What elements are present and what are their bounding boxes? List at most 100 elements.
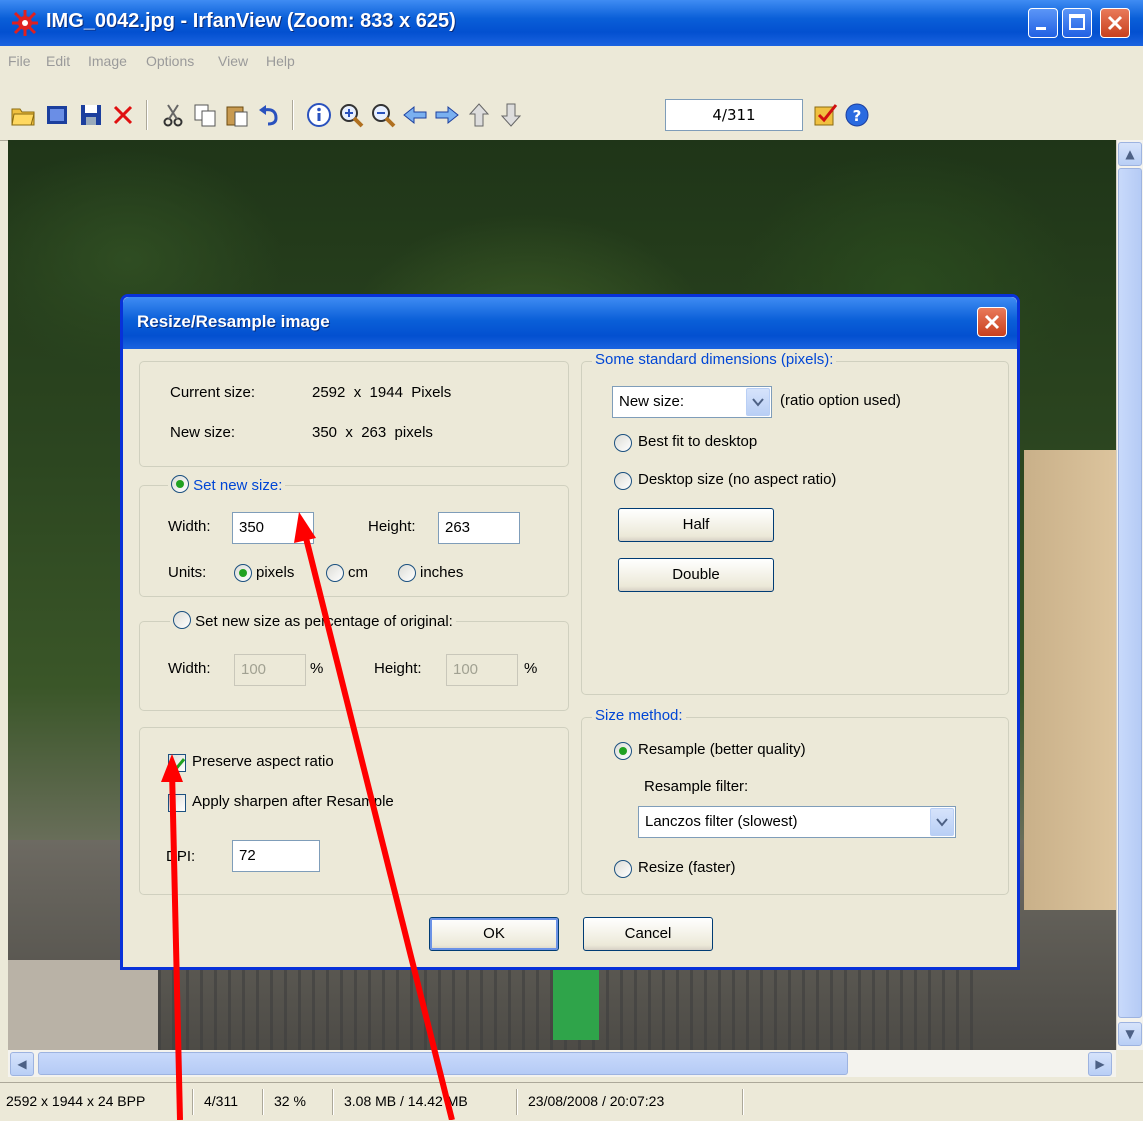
minimize-button[interactable]: [1028, 8, 1058, 38]
menu-file[interactable]: File: [8, 53, 31, 69]
maximize-button[interactable]: [1062, 8, 1092, 38]
current-size-label: Current size:: [170, 384, 256, 401]
status-separator: [262, 1089, 264, 1115]
zoom-in-icon[interactable]: [338, 102, 364, 128]
status-image-info: 2592 x 1944 x 24 BPP: [6, 1093, 146, 1109]
dpi-input[interactable]: 72: [232, 840, 320, 872]
apply-sharpen-label: Apply sharpen after Resample: [192, 793, 394, 810]
unit-cm-radio[interactable]: [326, 564, 344, 582]
menu-help[interactable]: Help: [266, 53, 295, 69]
svg-text:?: ?: [853, 107, 862, 125]
slideshow-icon[interactable]: [44, 102, 70, 128]
set-new-size-radio[interactable]: [171, 475, 189, 493]
page-counter[interactable]: 4/311: [665, 99, 803, 131]
half-button[interactable]: Half: [618, 508, 774, 542]
resize-dialog: Resize/Resample image Current size: 2592…: [120, 294, 1020, 970]
close-button[interactable]: [1100, 8, 1130, 38]
preserve-aspect-checkbox[interactable]: [168, 754, 186, 772]
copy-icon[interactable]: [192, 102, 218, 128]
horizontal-scroll-thumb[interactable]: [38, 1052, 848, 1075]
menu-view[interactable]: View: [218, 53, 248, 69]
scroll-down-icon[interactable]: ▼: [1118, 1022, 1142, 1046]
percentage-label: Set new size as percentage of original:: [195, 613, 453, 630]
ratio-note: (ratio option used): [780, 392, 901, 409]
open-icon[interactable]: [10, 102, 36, 128]
percent-height-label: Height:: [374, 660, 422, 677]
standard-dimensions-legend: Some standard dimensions (pixels):: [592, 351, 837, 368]
resize-radio[interactable]: [614, 860, 632, 878]
options-group: Preserve aspect ratio Apply sharpen afte…: [139, 727, 569, 895]
title-bar[interactable]: IMG_0042.jpg - IrfanView (Zoom: 833 x 62…: [0, 0, 1143, 46]
vertical-scroll-thumb[interactable]: [1118, 168, 1142, 1018]
resample-radio[interactable]: [614, 742, 632, 760]
resample-label: Resample (better quality): [638, 741, 806, 758]
desktop-size-label: Desktop size (no aspect ratio): [638, 471, 837, 488]
unit-inches-radio[interactable]: [398, 564, 416, 582]
menu-options[interactable]: Options: [146, 53, 194, 69]
scroll-right-icon[interactable]: ▶: [1088, 1052, 1112, 1076]
best-fit-radio[interactable]: [614, 434, 632, 452]
status-separator: [516, 1089, 518, 1115]
irfanview-logo-icon: [12, 10, 38, 36]
properties-icon[interactable]: [812, 102, 838, 128]
previous-icon[interactable]: [402, 102, 428, 128]
toolbar-separator: [292, 100, 294, 130]
resample-filter-select[interactable]: Lanczos filter (slowest): [638, 806, 956, 838]
help-icon[interactable]: ?: [844, 102, 870, 128]
unit-inches-label: inches: [420, 564, 464, 581]
info-icon[interactable]: [306, 102, 332, 128]
maximize-icon: [1069, 14, 1085, 30]
apply-sharpen-checkbox[interactable]: [168, 794, 186, 812]
percentage-legend: Set new size as percentage of original:: [170, 611, 456, 630]
menu-edit[interactable]: Edit: [46, 53, 70, 69]
save-icon[interactable]: [78, 102, 104, 128]
unit-pixels-label: pixels: [256, 564, 295, 581]
next-icon[interactable]: [434, 102, 460, 128]
dialog-title-bar[interactable]: Resize/Resample image: [123, 297, 1017, 349]
ok-button[interactable]: OK: [429, 917, 559, 951]
unit-cm-label: cm: [348, 564, 368, 581]
resample-filter-label: Resample filter:: [644, 778, 749, 795]
paste-icon[interactable]: [224, 102, 250, 128]
resample-filter-value: Lanczos filter (slowest): [645, 813, 798, 830]
height-input[interactable]: 263: [438, 512, 520, 544]
cancel-button[interactable]: Cancel: [583, 917, 713, 951]
last-icon[interactable]: [498, 102, 524, 128]
percentage-radio[interactable]: [173, 611, 191, 629]
toolbar-separator: [146, 100, 148, 130]
status-separator: [742, 1089, 744, 1115]
dialog-title: Resize/Resample image: [137, 312, 330, 331]
first-icon[interactable]: [466, 102, 492, 128]
percentage-group: Set new size as percentage of original: …: [139, 611, 569, 711]
standard-size-value: New size:: [619, 393, 685, 410]
percent-width-input[interactable]: 100: [234, 654, 306, 686]
horizontal-scrollbar[interactable]: ◀ ▶: [8, 1050, 1116, 1077]
status-zoom: 32 %: [274, 1093, 306, 1109]
units-label: Units:: [168, 564, 207, 581]
menu-image[interactable]: Image: [88, 53, 127, 69]
delete-icon[interactable]: [110, 102, 136, 128]
undo-icon[interactable]: [256, 102, 282, 128]
resize-label: Resize (faster): [638, 859, 736, 876]
desktop-size-radio[interactable]: [614, 472, 632, 490]
zoom-out-icon[interactable]: [370, 102, 396, 128]
double-button[interactable]: Double: [618, 558, 774, 592]
new-size-label: New size:: [170, 424, 236, 441]
unit-pixels-radio[interactable]: [234, 564, 252, 582]
close-icon: [1107, 15, 1123, 31]
width-input[interactable]: 350: [232, 512, 314, 544]
menu-bar: File Edit Image Options View Help: [0, 46, 1143, 76]
chevron-down-icon[interactable]: [930, 808, 954, 836]
standard-size-select[interactable]: New size:: [612, 386, 772, 418]
scroll-up-icon[interactable]: ▲: [1118, 142, 1142, 166]
chevron-down-icon[interactable]: [746, 388, 770, 416]
size-method-legend: Size method:: [592, 707, 686, 724]
vertical-scrollbar[interactable]: ▲ ▼: [1116, 140, 1143, 1050]
set-new-size-group: Set new size: Width: 350 Height: 263 Uni…: [139, 475, 569, 597]
cut-icon[interactable]: [160, 102, 186, 128]
dialog-close-button[interactable]: [977, 307, 1007, 337]
percent-width-label: Width:: [168, 660, 211, 677]
percent-height-input[interactable]: 100: [446, 654, 518, 686]
set-new-size-legend: Set new size:: [168, 475, 286, 494]
scroll-left-icon[interactable]: ◀: [10, 1052, 34, 1076]
